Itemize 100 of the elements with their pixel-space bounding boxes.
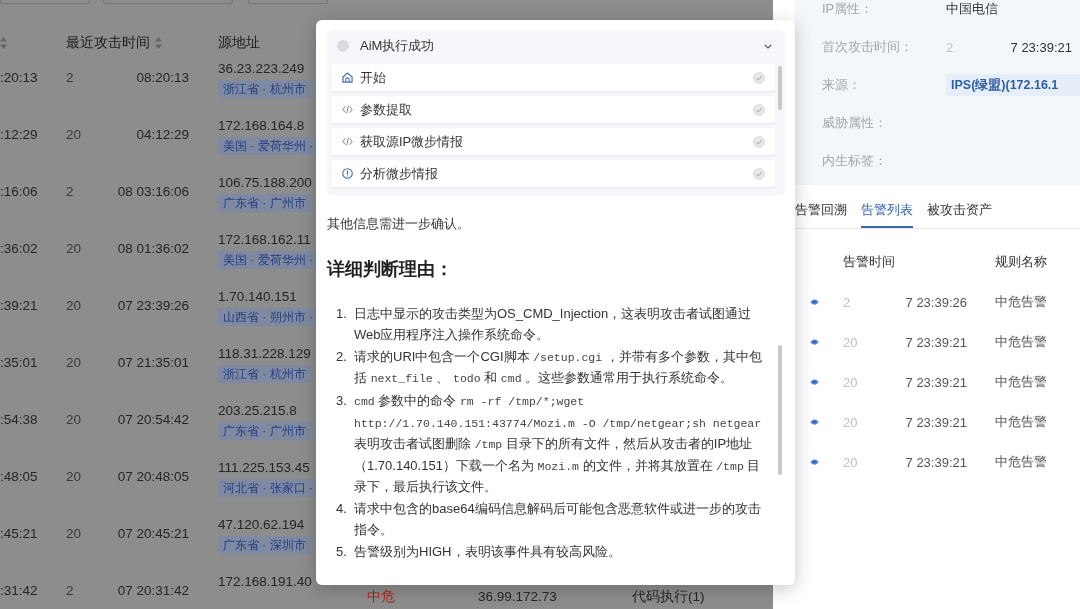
table-cell: 20 — [66, 468, 82, 486]
location-tag: 浙江省 · 杭州市 — [218, 365, 311, 383]
scrollbar[interactable] — [778, 66, 782, 110]
eye-icon[interactable] — [810, 339, 819, 345]
table-cell: 08 03:16:06 — [117, 183, 189, 201]
step-item[interactable]: 参数提取 — [332, 96, 775, 123]
location-tag: 广东省 · 深圳市 — [218, 536, 311, 554]
chevron-icon[interactable] — [764, 43, 772, 49]
table-cell: 20 — [843, 374, 858, 390]
table-cell: :36:02 — [0, 241, 38, 256]
table-cell: 20 — [66, 354, 82, 372]
field-label: IP属性： — [821, 0, 875, 18]
table-cell: :45:21 — [0, 526, 38, 541]
table-cell: 36.99.172.73 — [478, 589, 557, 604]
ip-address: 47.120.62.194 — [218, 517, 305, 533]
table-cell: 20 — [66, 525, 82, 543]
table-cell: 中危告警 — [995, 333, 1047, 351]
ip-address: 118.31.228.129 — [218, 346, 311, 362]
field-label: 来源： — [821, 76, 862, 94]
table-cell: 20 — [843, 454, 858, 470]
table-cell: 07 23:39:26 — [117, 297, 189, 315]
table-cell: 20 — [843, 334, 858, 350]
table-cell: 20 — [843, 414, 858, 430]
sort-icon[interactable] — [0, 37, 7, 49]
table-cell: 2 — [66, 582, 74, 600]
table-cell: :16:06 — [0, 184, 38, 199]
eye-icon[interactable] — [810, 299, 819, 305]
table-cell: 2 — [843, 294, 851, 310]
list-number: 3. — [336, 392, 348, 410]
field-value: 中国电信 — [946, 0, 998, 18]
field-value: 2 — [946, 39, 954, 55]
ip-address: 106.75.188.200 — [218, 175, 312, 191]
location-tag: 广东省 · 广州市 — [218, 422, 311, 440]
table-cell: 07 20:31:42 — [117, 582, 189, 600]
ip-address: 203.25.215.8 — [218, 403, 297, 419]
tab[interactable]: 被攻击资产 — [927, 185, 992, 228]
severity-label: 中危 — [367, 589, 395, 604]
table-cell: :35:01 — [0, 355, 38, 370]
code-icon — [342, 137, 353, 146]
eye-icon[interactable] — [810, 379, 819, 385]
tab[interactable]: 告警列表 — [861, 185, 913, 228]
info-icon — [342, 168, 353, 179]
list-item-text: 日志中显示的攻击类型为OS_CMD_Injection，这表明攻击者试图通过Web应用程序注入操作系统命令。 — [354, 305, 753, 344]
table-cell: 08:20:13 — [136, 69, 189, 87]
paragraph: 其他信息需进一步确认。 — [327, 215, 471, 233]
location-tag: 浙江省 · 杭州市 — [218, 80, 311, 98]
section-heading: 详细判断理由： — [327, 258, 454, 281]
column-header: 最近攻击时间 — [66, 36, 150, 50]
table-cell: 代码执行(1) — [632, 589, 705, 604]
eye-icon[interactable] — [810, 419, 819, 425]
list-number: 2. — [336, 347, 348, 366]
table-cell: 7 23:39:21 — [905, 334, 967, 350]
source-tag: IPS(绿盟)(172.16.1 — [946, 74, 1080, 96]
field-label: 首次攻击时间： — [821, 38, 914, 56]
ip-address: 172.168.164.8 — [218, 118, 305, 134]
table-cell: 07 20:45:21 — [117, 525, 189, 543]
table-cell: 7 23:39:26 — [905, 294, 967, 310]
location-tag: 美国 · 爱荷华州 · — [218, 137, 318, 155]
scrollbar[interactable] — [778, 345, 782, 475]
table-cell: 中危告警 — [995, 293, 1047, 311]
table-cell: 中危告警 — [995, 413, 1047, 431]
ip-address: 36.23.223.249 — [218, 61, 305, 77]
table-cell: 07 20:54:42 — [117, 411, 189, 429]
ip-address: 1.70.140.151 — [218, 289, 297, 305]
code-icon — [342, 105, 353, 114]
location-tag: 山西省 · 朔州市 · — [218, 308, 318, 326]
list-item-text: 请求中包含的base64编码信息解码后可能包含恶意软件或进一步的攻击指令。 — [354, 500, 762, 539]
step-item[interactable]: 获取源IP微步情报 — [332, 128, 775, 155]
eye-icon[interactable] — [810, 459, 819, 465]
tab[interactable]: 告警回溯 — [795, 185, 847, 228]
list-item-text: 告警级别为HIGH，表明该事件具有较高风险。 — [354, 542, 622, 561]
table-cell: 20 — [66, 240, 82, 258]
ip-address: 172.168.191.40 — [218, 574, 312, 590]
column-header: 告警时间 — [843, 253, 896, 271]
table-cell: 20 — [66, 297, 82, 315]
ip-address: 111.225.153.45 — [218, 460, 310, 476]
field-label: 内生标签： — [821, 152, 888, 170]
location-tag: 广东省 · 广州市 — [218, 194, 311, 212]
table-cell: :31:42 — [0, 583, 38, 598]
field-value: 7 23:39:21 — [1010, 39, 1072, 55]
table-cell: :39:21 — [0, 298, 38, 313]
table-cell: 中危告警 — [995, 453, 1047, 471]
table-cell: 中危告警 — [995, 373, 1047, 391]
list-item-text: 请求的URI中包含一个CGI脚本 /setup.cgi ，并带有多个参数，其中包括 next_file 、 todo 和 cmd 。这些参数通常用于执行系统命令。 — [354, 347, 763, 387]
table-cell: :54:38 — [0, 412, 38, 427]
table-cell: 07 21:35:01 — [117, 354, 189, 372]
table-cell: :12:29 — [0, 127, 38, 142]
list-number: 5. — [336, 542, 348, 561]
step-item[interactable]: 开始 — [332, 64, 775, 91]
table-cell: 07 20:48:05 — [117, 468, 189, 486]
table-cell: :48:05 — [0, 469, 38, 484]
panel-title: AiM执行成功 — [360, 37, 435, 55]
step-item[interactable]: 分析微步情报 — [332, 160, 775, 187]
sort-icon[interactable] — [155, 37, 162, 49]
table-cell: 20 — [66, 126, 82, 144]
table-cell: 20 — [66, 411, 82, 429]
table-cell: 7 23:39:21 — [905, 414, 967, 430]
table-cell: 2 — [66, 69, 74, 87]
table-cell: 7 23:39:21 — [905, 454, 967, 470]
list-number: 1. — [336, 305, 348, 323]
